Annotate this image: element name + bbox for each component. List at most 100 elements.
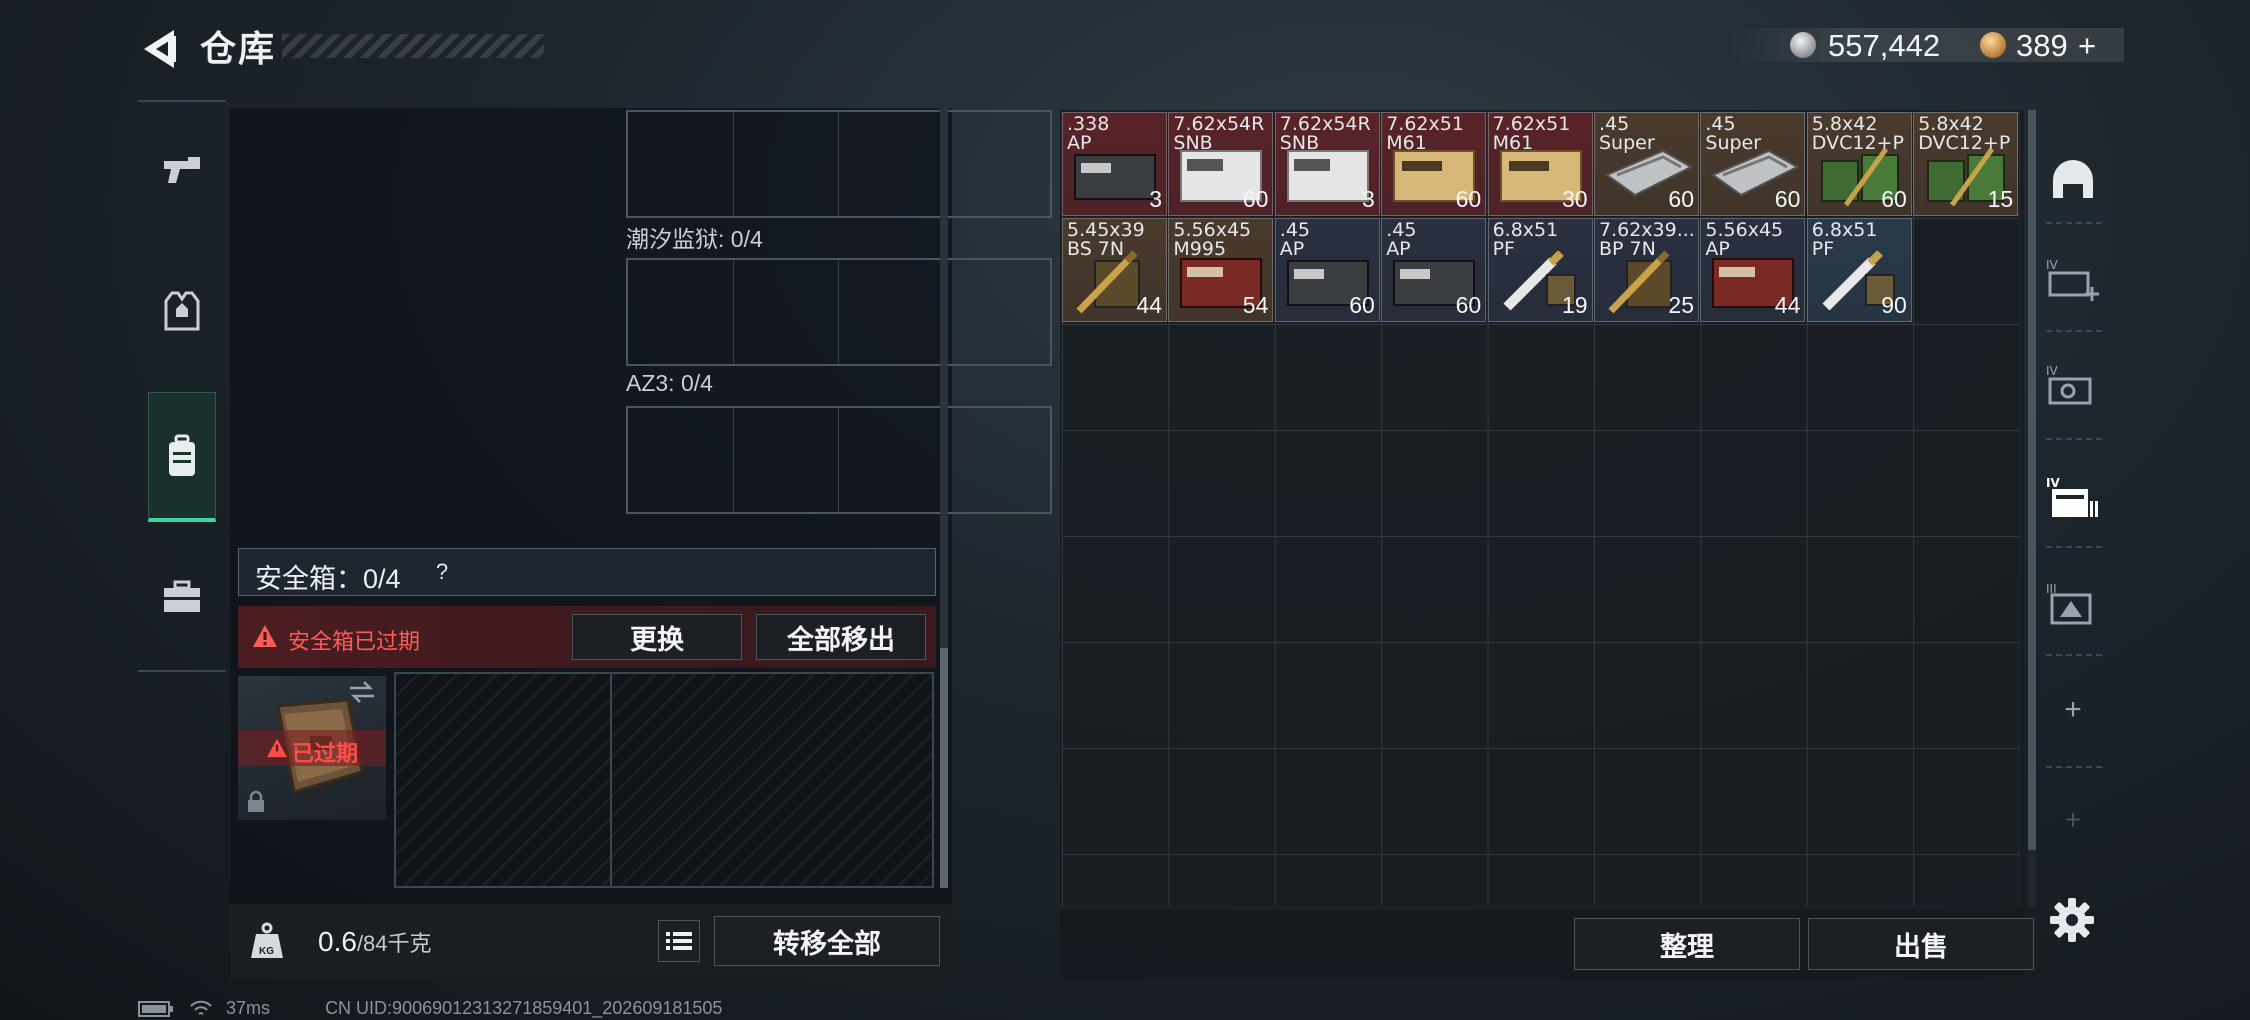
tier4-key-icon: IV [2046,364,2092,405]
lock-icon [248,790,264,812]
safe-box-image[interactable]: 已过期 [238,676,386,820]
storage-footer: 整理 出售 [1060,910,2034,978]
item-name: 5.8x42 DVC12+P [1811,115,1904,153]
filter-tier4-key[interactable]: IV [2040,336,2106,436]
storage-item[interactable]: 7.62x51 M61 30 [1487,112,1593,216]
category-nav [138,100,226,672]
slot-label-az3: AZ3: 0/4 [626,370,713,396]
storage-item[interactable]: 7.62x39... BP 7N 25 [1594,218,1699,322]
item-name: 7.62x51 M61 [1386,115,1464,153]
armor-vest-icon [164,291,200,331]
item-name: 6.8x51 PF [1811,221,1878,259]
title-decoration [282,34,544,58]
filter-tier4-container[interactable]: IV [2040,448,2106,548]
filter-tier4-add[interactable]: IV [2040,230,2106,330]
filter-helmet[interactable] [2040,130,2106,230]
item-quantity: 3 [1362,186,1375,212]
tier3-case-icon: III [2046,582,2092,625]
tier4-container-icon: IV [2046,476,2098,517]
item-name: .45 Super [1705,115,1762,153]
briefcase-icon [164,580,200,612]
item-name: 5.45x39 BS 7N [1067,221,1145,259]
storage-item[interactable]: .338 AP 3 [1062,112,1167,216]
item-name: 7.62x54R SNB [1173,115,1265,153]
storage-item[interactable]: 5.45x39 BS 7N 44 [1062,218,1167,322]
item-quantity: 60 [1774,186,1801,212]
storage-item[interactable]: 5.56x45 M995 54 [1168,218,1274,322]
helmet-icon [2053,160,2093,198]
transfer-all-button[interactable]: 转移全部 [714,916,940,966]
gold-amount: 389 [2016,28,2068,63]
storage-item[interactable]: 5.56x45 AP 44 [1700,218,1806,322]
replace-button[interactable]: 更换 [572,614,742,660]
nav-toolbox[interactable] [138,532,226,662]
safe-box-expired-bar: 安全箱已过期 更换 全部移出 [238,606,936,668]
ping-text: 37ms [226,998,271,1018]
slot-grid-az3[interactable] [626,406,1052,514]
item-name: .45 AP [1279,221,1311,259]
filter-tier3-case[interactable]: III [2040,554,2106,654]
storage-item[interactable]: 5.8x42 DVC12+P 60 [1806,112,1912,216]
storage-item[interactable]: 5.8x42 DVC12+P 15 [1913,112,2019,216]
back-arrow-icon[interactable] [138,26,184,72]
item-name: .45 Super [1599,115,1655,153]
filter-add-button[interactable]: + [2040,660,2106,760]
safe-box-grid[interactable] [394,672,934,888]
gear-icon[interactable] [2050,898,2094,942]
item-quantity: 60 [1242,186,1269,212]
slot-label-prison: 潮汐监狱: 0/4 [626,226,763,252]
wifi-icon [190,1001,212,1016]
move-all-out-button[interactable]: 全部移出 [756,614,926,660]
item-quantity: 60 [1881,186,1907,212]
help-icon[interactable]: ? [427,557,457,587]
currency-bar: 557,442 389 + [1728,28,2124,64]
nav-backpack[interactable] [148,392,216,522]
storage-item[interactable]: 7.62x54R SNB 3 [1274,112,1380,216]
nav-weapons[interactable] [138,106,226,236]
storage-item[interactable]: .45 AP 60 [1274,218,1380,322]
filter-column: IV IV IV III + + [2040,130,2106,860]
item-quantity: 25 [1668,292,1694,318]
status-bar: 37ms CN UID:9006901231327185940​1_202609… [138,998,732,1019]
tier4-add-icon: IV [2046,258,2099,301]
item-name: .45 AP [1386,221,1417,259]
battery-icon [138,1001,173,1018]
sort-button[interactable]: 整理 [1574,918,1800,970]
storage-item[interactable]: .45 Super 60 [1594,112,1699,216]
sell-button[interactable]: 出售 [1808,918,2034,970]
safe-box-title: 安全箱：0/4 [255,564,401,594]
storage-item[interactable]: 7.62x51 M61 60 [1381,112,1487,216]
svg-text:IV: IV [2046,364,2059,378]
item-quantity: 44 [1136,292,1162,318]
slot-grid-prison[interactable] [626,258,1052,366]
item-name: 5.56x45 AP [1705,221,1784,259]
swap-icon[interactable] [348,680,376,704]
pistol-icon [164,157,200,183]
gold-add-button[interactable]: + [2078,28,2096,64]
storage-grid[interactable]: .338 AP 3 7.62x54R SNB 60 7.62x54R SNB 3 7.62x… [1060,110,2024,906]
list-view-button[interactable] [658,920,700,962]
warning-icon [267,738,287,758]
item-quantity: 54 [1242,292,1269,318]
expired-badge: 已过期 [292,741,359,766]
storage-item[interactable]: 6.8x51 PF 19 [1487,218,1593,322]
item-quantity: 60 [1455,292,1482,318]
item-quantity: 60 [1349,292,1375,318]
storage-item[interactable]: 6.8x51 PF 90 [1806,218,1912,322]
silver-coin-icon [1790,32,1816,58]
container-scroll-thumb[interactable] [940,648,948,888]
ammo-box-icon [1074,154,1156,200]
storage-item[interactable]: .45 AP 60 [1381,218,1487,322]
filter-add-button-disabled[interactable]: + [2040,770,2106,870]
nav-armor[interactable] [138,246,226,376]
safe-box-header: 安全箱：0/4 ? [238,548,936,596]
expired-warning-text: 安全箱已过期 [288,629,421,654]
storage-item[interactable]: .45 Super 60 [1700,112,1806,216]
slot-grid-top[interactable] [626,110,1052,218]
item-quantity: 15 [1987,186,2014,212]
kg-label: KG [259,946,274,957]
storage-scroll-thumb[interactable] [2028,110,2036,850]
gold-coin-icon [1980,32,2006,58]
storage-item[interactable]: 7.62x54R SNB 60 [1168,112,1274,216]
storage-scroll-track[interactable] [2028,850,2036,906]
